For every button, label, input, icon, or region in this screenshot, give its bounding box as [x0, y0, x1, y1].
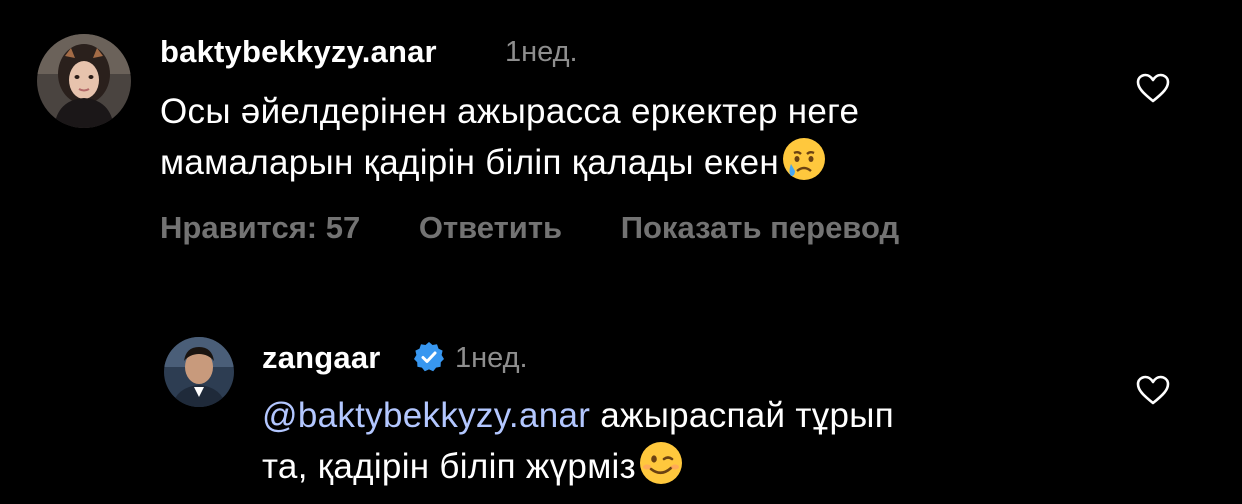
likes-count-button[interactable]: Нравится: 57 — [160, 210, 360, 246]
reply-text-line2: та, қадірін біліп жүрміз — [262, 440, 894, 499]
reply-heart-icon[interactable] — [1135, 374, 1171, 411]
mention-link[interactable]: @baktybekkyzy.anar — [262, 396, 590, 435]
comment-actions: Нравится: 57 Ответить Показать перевод — [160, 210, 899, 246]
winking-face-icon — [638, 440, 684, 499]
avatar-zangaar[interactable] — [164, 337, 234, 407]
comment-text-line2: мамаларын қадірін біліп қалады екен — [160, 136, 859, 195]
comment-username[interactable]: baktybekkyzy.anar — [160, 34, 437, 70]
reply-text-line1: @baktybekkyzy.anar ажыраспай тұрып — [262, 392, 894, 440]
reply-button[interactable]: Ответить — [419, 210, 562, 246]
reply-time: 1нед. — [455, 342, 528, 374]
comment-text-line1: Осы әйелдерінен ажырасса еркектер неге — [160, 92, 860, 131]
comment-text: Осы әйелдерінен ажырасса еркектер неге м… — [160, 88, 859, 195]
comment-text-line2-text: мамаларын қадірін біліп қалады екен — [160, 143, 780, 182]
crying-face-icon — [781, 136, 827, 195]
avatar-baktybekkyzy[interactable] — [37, 34, 131, 128]
comment-time: 1нед. — [505, 36, 578, 68]
reply-text-line2-text: та, қадірін біліп жүрміз — [262, 447, 636, 486]
reply-username[interactable]: zangaar — [262, 340, 381, 376]
heart-icon[interactable] — [1135, 72, 1171, 109]
show-translation-button[interactable]: Показать перевод — [621, 210, 899, 246]
reply-text-line1-rest: ажыраспай тұрып — [590, 396, 894, 435]
reply-text: @baktybekkyzy.anar ажыраспай тұрып та, қ… — [262, 392, 894, 499]
verified-badge-icon — [412, 340, 446, 379]
